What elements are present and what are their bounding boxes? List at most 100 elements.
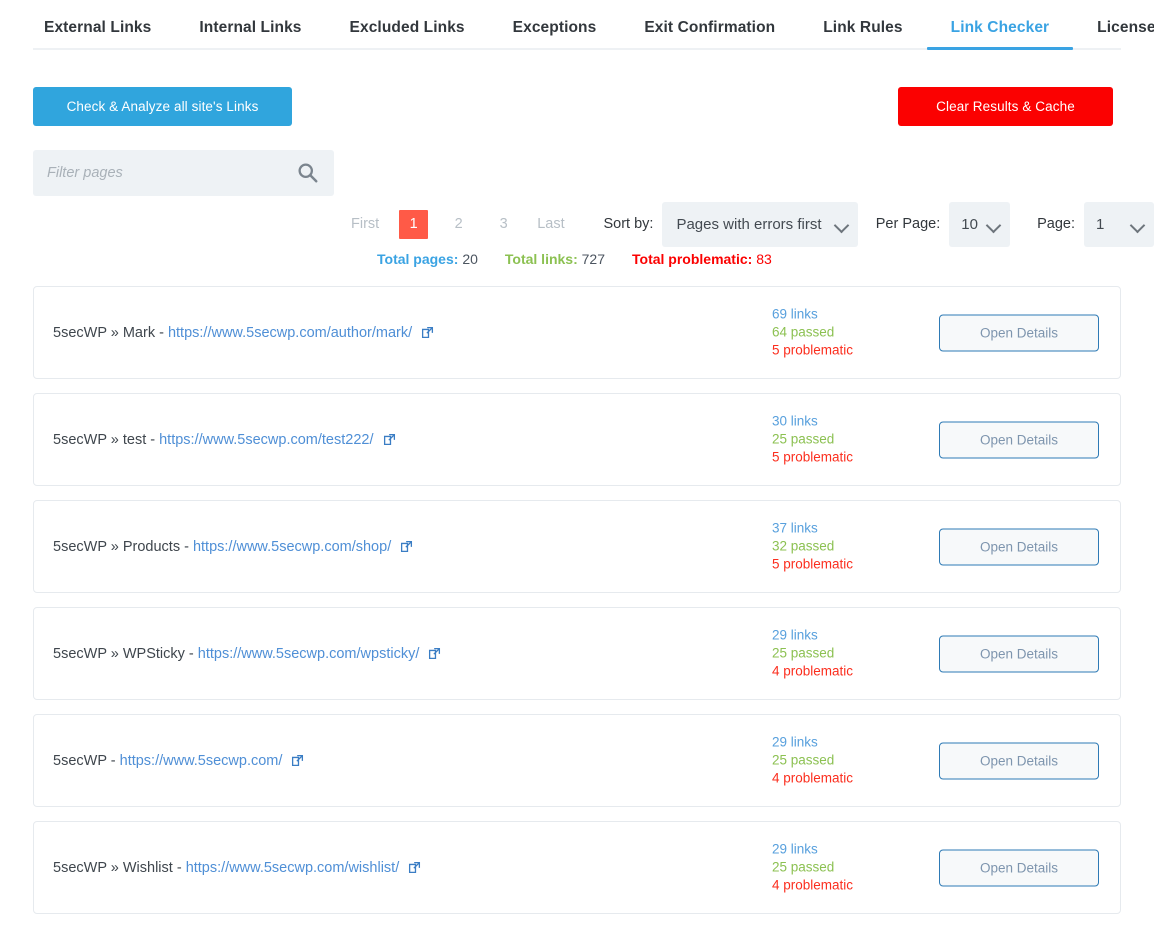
tab-license[interactable]: License (1073, 19, 1154, 50)
page-url-link[interactable]: https://www.5secwp.com/test222/ (159, 432, 373, 448)
page-title: 5secWP - https://www.5secwp.com/ (53, 753, 304, 769)
open-details-button[interactable]: Open Details (939, 849, 1099, 886)
external-link-icon[interactable] (408, 861, 421, 874)
link-stats: 69 links 64 passed 5 problematic (772, 305, 853, 360)
links-count: 29 links (772, 840, 853, 858)
open-details-button[interactable]: Open Details (939, 742, 1099, 779)
passed-count: 64 passed (772, 323, 853, 341)
page-name: 5secWP » Wishlist - (53, 860, 182, 876)
open-details-button[interactable]: Open Details (939, 635, 1099, 672)
table-row: 5secWP - https://www.5secwp.com/ 29 link… (33, 714, 1121, 807)
chevron-down-icon (1130, 218, 1146, 234)
links-count: 29 links (772, 626, 853, 644)
tab-excluded-links[interactable]: Excluded Links (326, 19, 489, 50)
page-url-link[interactable]: https://www.5secwp.com/author/mark/ (168, 325, 412, 341)
total-pages: Total pages: 20 (377, 251, 478, 267)
link-stats: 29 links 25 passed 4 problematic (772, 733, 853, 788)
table-row: 5secWP » Products - https://www.5secwp.c… (33, 500, 1121, 593)
page-title: 5secWP » test - https://www.5secwp.com/t… (53, 432, 396, 448)
passed-count: 25 passed (772, 858, 853, 876)
external-link-icon[interactable] (291, 754, 304, 767)
external-link-icon[interactable] (428, 647, 441, 660)
tab-exceptions[interactable]: Exceptions (489, 19, 621, 50)
total-pages-label: Total pages: (377, 251, 458, 267)
pagination-last[interactable]: Last (526, 210, 575, 239)
passed-count: 25 passed (772, 751, 853, 769)
tab-exit-confirmation[interactable]: Exit Confirmation (620, 19, 799, 50)
pagination-first[interactable]: First (340, 210, 390, 239)
page-url-link[interactable]: https://www.5secwp.com/ (120, 753, 283, 769)
pagination: First 1 2 3 Last (340, 210, 577, 239)
links-count: 30 links (772, 412, 853, 430)
table-row: 5secWP » Wishlist - https://www.5secwp.c… (33, 821, 1121, 914)
chevron-down-icon (986, 218, 1002, 234)
per-page-group: Per Page: 10 (876, 202, 1011, 247)
total-links: Total links: 727 (505, 251, 605, 267)
sort-by-label: Sort by: (603, 216, 653, 232)
page-title: 5secWP » Products - https://www.5secwp.c… (53, 539, 413, 555)
pagination-page-1[interactable]: 1 (399, 210, 428, 239)
tab-link-checker[interactable]: Link Checker (927, 19, 1074, 50)
results-list: 5secWP » Mark - https://www.5secwp.com/a… (33, 286, 1121, 914)
external-link-icon[interactable] (400, 540, 413, 553)
passed-count: 32 passed (772, 537, 853, 555)
page-title: 5secWP » Wishlist - https://www.5secwp.c… (53, 860, 421, 876)
filter-pages-input[interactable] (33, 150, 334, 196)
links-count: 69 links (772, 305, 853, 323)
per-page-value: 10 (961, 216, 978, 233)
page-url-link[interactable]: https://www.5secwp.com/wpsticky/ (198, 646, 420, 662)
total-links-label: Total links: (505, 251, 578, 267)
page-name: 5secWP » Products - (53, 539, 189, 555)
external-link-icon[interactable] (383, 433, 396, 446)
tab-internal-links[interactable]: Internal Links (175, 19, 325, 50)
table-row: 5secWP » WPSticky - https://www.5secwp.c… (33, 607, 1121, 700)
table-row: 5secWP » Mark - https://www.5secwp.com/a… (33, 286, 1121, 379)
pagination-page-2[interactable]: 2 (444, 210, 473, 239)
per-page-label: Per Page: (876, 216, 941, 232)
per-page-select[interactable]: 10 (949, 202, 1010, 247)
problematic-count: 4 problematic (772, 770, 853, 788)
page-select[interactable]: 1 (1084, 202, 1154, 247)
total-problematic: Total problematic: 83 (632, 251, 772, 267)
clear-results-cache-button[interactable]: Clear Results & Cache (898, 87, 1113, 126)
link-stats: 29 links 25 passed 4 problematic (772, 840, 853, 895)
link-stats: 37 links 32 passed 5 problematic (772, 519, 853, 574)
totals-summary: Total pages: 20 Total links: 727 Total p… (0, 251, 1154, 267)
total-problematic-value: 83 (756, 251, 772, 267)
open-details-button[interactable]: Open Details (939, 528, 1099, 565)
pagination-controls-row: First 1 2 3 Last Sort by: Pages with err… (0, 202, 1154, 246)
page-url-link[interactable]: https://www.5secwp.com/wishlist/ (186, 860, 400, 876)
problematic-count: 4 problematic (772, 663, 853, 681)
tab-external-links[interactable]: External Links (44, 19, 175, 50)
page-name: 5secWP » WPSticky - (53, 646, 194, 662)
sort-by-select[interactable]: Pages with errors first (662, 202, 858, 247)
tab-link-rules[interactable]: Link Rules (799, 19, 926, 50)
page-group: Page: 1 (1037, 202, 1154, 247)
page-name: 5secWP - (53, 753, 116, 769)
total-pages-value: 20 (462, 251, 478, 267)
links-count: 29 links (772, 733, 853, 751)
open-details-button[interactable]: Open Details (939, 314, 1099, 351)
total-links-value: 727 (582, 251, 605, 267)
sort-by-value: Pages with errors first (676, 216, 821, 233)
main-tab-bar: External Links Internal Links Excluded L… (0, 0, 1154, 50)
page-url-link[interactable]: https://www.5secwp.com/shop/ (193, 539, 391, 555)
total-problematic-label: Total problematic: (632, 251, 752, 267)
problematic-count: 4 problematic (772, 877, 853, 895)
page-label: Page: (1037, 216, 1075, 232)
link-stats: 30 links 25 passed 5 problematic (772, 412, 853, 467)
problematic-count: 5 problematic (772, 449, 853, 467)
sort-by-group: Sort by: Pages with errors first (603, 202, 858, 247)
page-name: 5secWP » Mark - (53, 325, 164, 341)
action-bar: Check & Analyze all site's Links Clear R… (0, 77, 1154, 139)
pagination-page-3[interactable]: 3 (489, 210, 518, 239)
check-analyze-button[interactable]: Check & Analyze all site's Links (33, 87, 292, 126)
open-details-button[interactable]: Open Details (939, 421, 1099, 458)
problematic-count: 5 problematic (772, 342, 853, 360)
filter-pages-field[interactable] (33, 150, 334, 196)
page-value: 1 (1096, 216, 1104, 233)
table-row: 5secWP » test - https://www.5secwp.com/t… (33, 393, 1121, 486)
problematic-count: 5 problematic (772, 556, 853, 574)
link-stats: 29 links 25 passed 4 problematic (772, 626, 853, 681)
external-link-icon[interactable] (421, 326, 434, 339)
